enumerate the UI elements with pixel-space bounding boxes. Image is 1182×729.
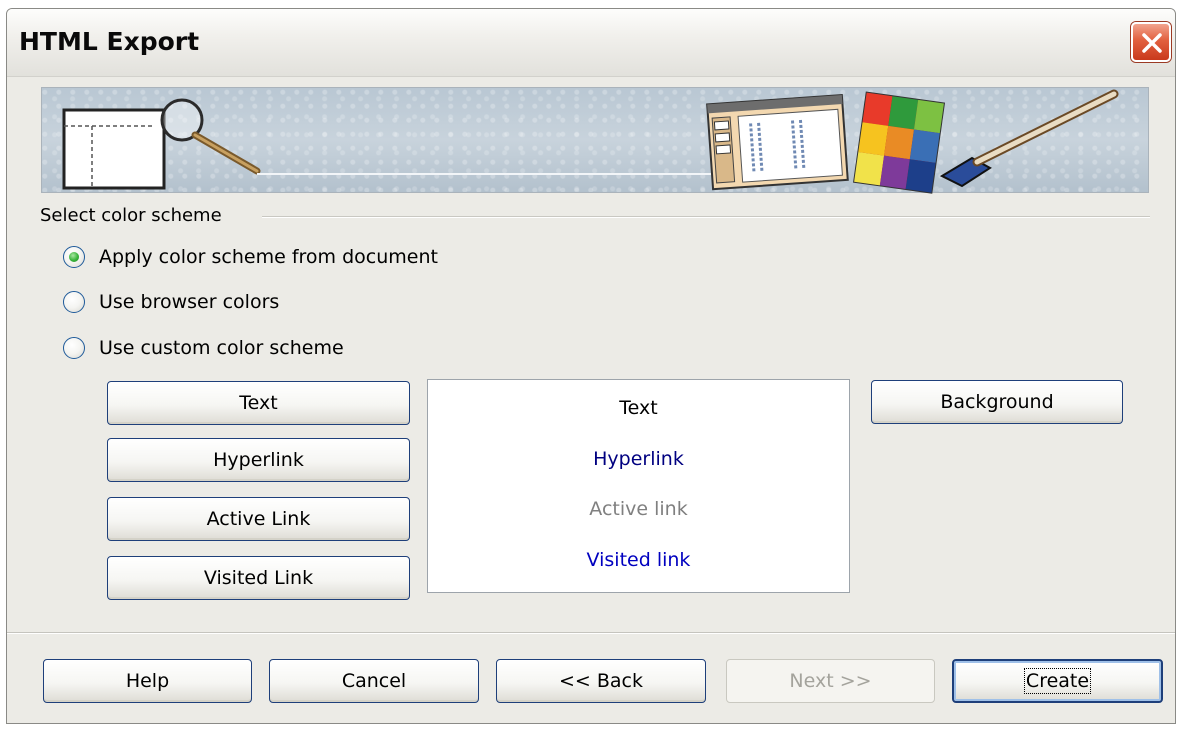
color-preview: Text Hyperlink Active link Visited link xyxy=(427,379,850,593)
radio-apply-document-scheme[interactable]: Apply color scheme from document xyxy=(63,243,438,271)
radio-use-custom-scheme[interactable]: Use custom color scheme xyxy=(63,334,344,362)
preview-text: Text xyxy=(619,397,658,419)
radio-label: Apply color scheme from document xyxy=(99,246,438,268)
next-button[interactable]: Next >> xyxy=(726,659,935,703)
button-label: Background xyxy=(940,391,1054,413)
button-label: Help xyxy=(125,670,170,692)
radio-unchecked-icon[interactable] xyxy=(63,337,85,359)
radio-checked-icon[interactable] xyxy=(63,246,85,268)
button-label: << Back xyxy=(558,670,643,692)
help-button[interactable]: Help xyxy=(43,659,252,703)
hyperlink-color-button[interactable]: Hyperlink xyxy=(107,438,410,482)
close-button[interactable] xyxy=(1131,22,1171,62)
button-label: Active Link xyxy=(206,508,311,530)
window-title: HTML Export xyxy=(19,27,200,56)
section-label: Select color scheme xyxy=(40,205,232,226)
preview-active-link: Active link xyxy=(589,498,688,520)
footer-divider xyxy=(7,632,1175,634)
text-color-button[interactable]: Text xyxy=(107,381,410,425)
cancel-button[interactable]: Cancel xyxy=(269,659,479,703)
close-icon xyxy=(1142,33,1162,53)
radio-use-browser-colors[interactable]: Use browser colors xyxy=(63,288,279,316)
button-label: Hyperlink xyxy=(213,449,304,471)
button-label: Create xyxy=(1023,668,1092,694)
back-button[interactable]: << Back xyxy=(496,659,706,703)
visited-link-color-button[interactable]: Visited Link xyxy=(107,556,410,600)
create-button[interactable]: Create xyxy=(952,659,1163,703)
preview-hyperlink: Hyperlink xyxy=(593,448,684,470)
wizard-banner xyxy=(41,87,1149,194)
banner-illustration xyxy=(62,89,1119,194)
title-bar: HTML Export xyxy=(7,9,1175,77)
button-label: Cancel xyxy=(341,670,407,692)
preview-visited-link: Visited link xyxy=(586,549,691,571)
radio-label: Use custom color scheme xyxy=(99,337,344,359)
html-export-dialog: HTML Export Select color scheme Apply co… xyxy=(6,8,1176,724)
section-divider xyxy=(262,216,1150,218)
radio-label: Use browser colors xyxy=(99,291,280,313)
button-label: Visited Link xyxy=(203,567,314,589)
button-label: Next >> xyxy=(789,670,872,692)
button-label: Text xyxy=(239,392,278,414)
background-color-button[interactable]: Background xyxy=(871,380,1123,424)
active-link-color-button[interactable]: Active Link xyxy=(107,497,410,541)
radio-unchecked-icon[interactable] xyxy=(63,291,85,313)
